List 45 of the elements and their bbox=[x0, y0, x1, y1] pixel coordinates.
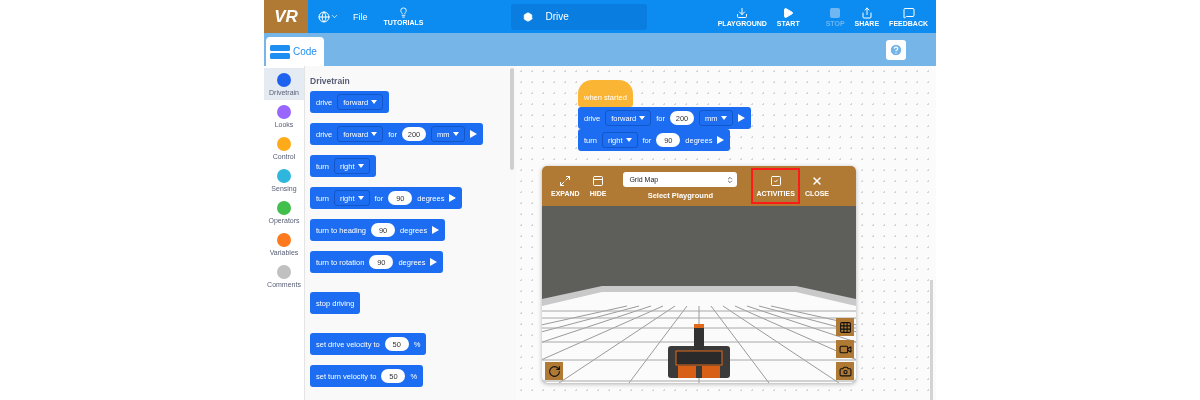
window-icon bbox=[592, 175, 604, 187]
download-icon bbox=[736, 6, 749, 19]
camera-angle-button[interactable] bbox=[836, 362, 854, 380]
grid-icon bbox=[838, 320, 852, 334]
lightbulb-icon bbox=[398, 7, 409, 18]
globe-icon bbox=[318, 10, 330, 23]
caret-icon bbox=[330, 12, 339, 21]
stop-icon bbox=[829, 6, 842, 19]
scrollbar[interactable] bbox=[930, 280, 933, 400]
caret-icon bbox=[357, 196, 364, 200]
expand-icon bbox=[559, 175, 572, 187]
reset-button[interactable] bbox=[545, 362, 563, 380]
blocks-icon bbox=[270, 44, 290, 59]
share-icon bbox=[860, 6, 873, 19]
file-menu[interactable]: File bbox=[345, 11, 376, 22]
rotate-icon bbox=[547, 364, 561, 378]
project-name: Drive bbox=[545, 11, 569, 22]
app-logo: VR bbox=[264, 0, 308, 33]
camera-view-button[interactable] bbox=[836, 340, 854, 358]
caret-icon bbox=[357, 164, 364, 168]
caret-icon bbox=[371, 100, 378, 104]
caret-icon bbox=[371, 132, 378, 136]
updown-icon bbox=[726, 175, 735, 184]
caret-icon bbox=[639, 116, 646, 120]
chat-icon bbox=[902, 6, 915, 19]
code-tab[interactable]: Code bbox=[266, 37, 324, 66]
help-icon bbox=[889, 42, 903, 57]
palette-title: Drivetrain bbox=[310, 76, 351, 86]
caret-icon bbox=[625, 138, 632, 142]
caret-icon bbox=[452, 132, 459, 136]
run-icon bbox=[737, 114, 745, 122]
caret-icon bbox=[720, 116, 727, 120]
camera-icon bbox=[838, 364, 852, 378]
run-icon bbox=[449, 194, 457, 202]
map-view-button[interactable] bbox=[836, 318, 854, 336]
run-icon bbox=[717, 136, 725, 144]
scrollbar[interactable] bbox=[510, 68, 514, 170]
run-icon bbox=[469, 130, 477, 138]
play-icon bbox=[782, 6, 795, 19]
project-title[interactable]: Drive bbox=[511, 3, 648, 30]
checkbox-icon bbox=[769, 175, 782, 187]
run-icon bbox=[432, 226, 440, 234]
close-icon bbox=[810, 175, 823, 187]
hexagon-icon bbox=[523, 11, 534, 22]
run-icon bbox=[430, 258, 438, 266]
